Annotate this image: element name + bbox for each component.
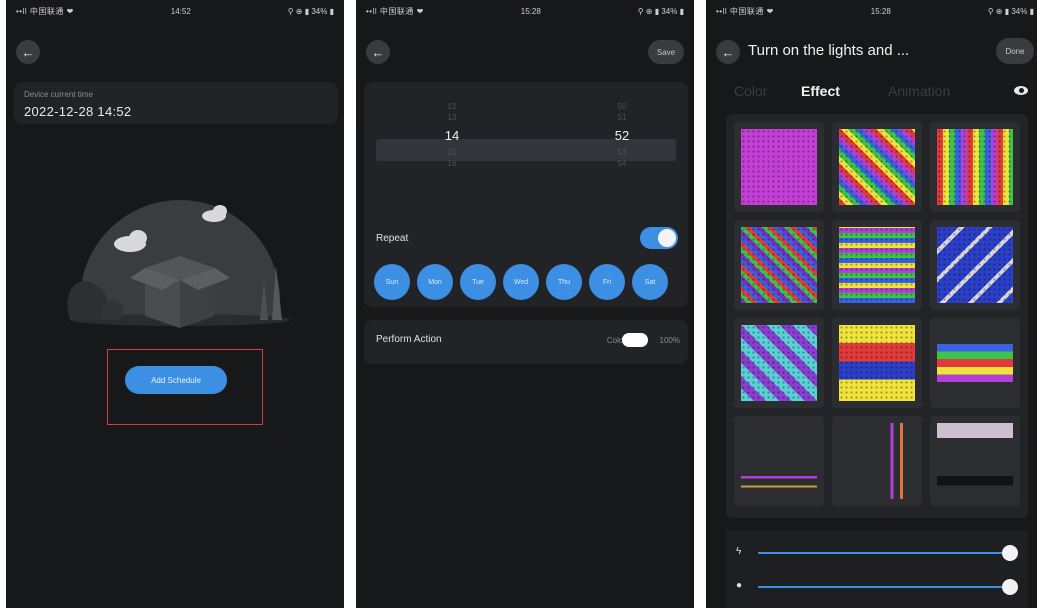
weekday-selector: Sun Mon Tue Wed Thu Fri Sat — [374, 264, 668, 300]
clock-text: 15:28 — [520, 6, 541, 16]
minute-option: 50 — [617, 102, 627, 111]
effect-tile-diagonal-multi[interactable] — [734, 220, 824, 310]
effect-tile-diagonal-rainbow[interactable] — [832, 122, 922, 212]
back-arrow-icon: ← — [21, 44, 35, 60]
minute-wheel[interactable]: 50 51 52 53 54 — [592, 102, 652, 170]
brightness-knob[interactable] — [1002, 545, 1018, 561]
effect-grid — [726, 114, 1028, 518]
hour-option: 13 — [447, 113, 457, 122]
tab-animation[interactable]: Animation — [888, 83, 950, 99]
empty-state-illustration — [67, 200, 290, 328]
effect-tile-bottom-lines[interactable] — [734, 416, 824, 506]
back-arrow-icon: ← — [371, 44, 385, 60]
speed-slider[interactable]: ● — [736, 579, 1018, 595]
screen-schedule-empty: ••ll 中国联通 ❤ 14:52 ⚲ ⊕ ▮ 34% ▮ ← Device c… — [6, 0, 344, 608]
back-button[interactable]: ← — [16, 40, 40, 64]
battery-text: ⚲ ⊕ ▮ 34% ▮ — [987, 6, 1034, 16]
brightness-track — [758, 552, 1010, 554]
tab-effect[interactable]: Effect — [801, 83, 840, 99]
minute-option: 54 — [617, 159, 627, 168]
day-button-tue[interactable]: Tue — [460, 264, 496, 300]
status-bar: ••ll 中国联通 ❤ 15:28 ⚲ ⊕ ▮ 34% ▮ — [356, 0, 694, 22]
slider-panel: ϟ ● — [726, 530, 1028, 608]
back-button[interactable]: ← — [716, 40, 740, 64]
eye-icon[interactable] — [1014, 86, 1028, 95]
day-button-wed[interactable]: Wed — [503, 264, 539, 300]
effect-tile-vertical-lines[interactable] — [832, 416, 922, 506]
screen-effect-picker: ••ll 中国联通 ❤ 15:28 ⚲ ⊕ ▮ 34% ▮ ← Turn on … — [706, 0, 1037, 608]
back-button[interactable]: ← — [366, 40, 390, 64]
day-button-sat[interactable]: Sat — [632, 264, 668, 300]
battery-text: ⚲ ⊕ ▮ 34% ▮ — [287, 6, 334, 16]
sun-icon: ● — [736, 580, 743, 591]
page-title: Turn on the lights and ... — [748, 42, 910, 59]
status-bar: ••ll 中国联通 ❤ 15:28 ⚲ ⊕ ▮ 34% ▮ — [706, 0, 1037, 22]
repeat-label: Repeat — [376, 233, 409, 244]
repeat-toggle[interactable] — [640, 227, 678, 249]
screen-schedule-edit: ••ll 中国联通 ❤ 15:28 ⚲ ⊕ ▮ 34% ▮ ← Save 12 … — [356, 0, 694, 608]
tab-color[interactable]: Color — [734, 83, 767, 99]
effect-tile-solid-magenta[interactable] — [734, 122, 824, 212]
hour-option: 16 — [447, 159, 457, 168]
clock-text: 15:28 — [870, 6, 891, 16]
hour-selected: 14 — [444, 128, 460, 143]
perform-action-label: Perform Action — [376, 334, 442, 345]
effect-tile-cyan-purple-diagonal[interactable] — [734, 318, 824, 408]
device-time-label: Device current time — [24, 90, 93, 99]
lightning-icon: ϟ — [736, 546, 742, 557]
hour-option: 15 — [447, 148, 457, 157]
done-button[interactable]: Done — [996, 38, 1034, 64]
status-bar: ••ll 中国联通 ❤ 14:52 ⚲ ⊕ ▮ 34% ▮ — [6, 0, 344, 22]
carrier-text: ••ll 中国联通 ❤ — [366, 6, 424, 16]
back-arrow-icon: ← — [721, 44, 735, 60]
hour-option: 12 — [447, 102, 457, 111]
carrier-text: ••ll 中国联通 ❤ — [716, 6, 774, 16]
perform-action-row[interactable]: Perform Action Color 100% — [364, 320, 688, 364]
time-picker-card: 12 13 14 15 16 50 51 52 53 54 Repeat Sun… — [364, 82, 688, 307]
clock-text: 14:52 — [170, 6, 191, 16]
carrier-text: ••ll 中国联通 ❤ — [16, 6, 74, 16]
day-button-sun[interactable]: Sun — [374, 264, 410, 300]
device-time-value: 2022-12-28 14:52 — [24, 104, 132, 119]
action-percent: 100% — [659, 336, 680, 345]
day-button-mon[interactable]: Mon — [417, 264, 453, 300]
device-time-card: Device current time 2022-12-28 14:52 — [14, 82, 338, 124]
speed-knob[interactable] — [1002, 579, 1018, 595]
effect-tile-vertical-rainbow[interactable] — [930, 122, 1020, 212]
speed-track — [758, 586, 1010, 588]
minute-selected: 52 — [614, 128, 630, 143]
effect-tile-horizontal-stripes[interactable] — [832, 220, 922, 310]
save-button[interactable]: Save — [648, 40, 684, 64]
hour-wheel[interactable]: 12 13 14 15 16 — [422, 102, 482, 170]
effect-tile-grey-bar[interactable] — [930, 416, 1020, 506]
highlight-box — [107, 349, 263, 425]
effect-tile-thin-rainbow-bands[interactable] — [930, 318, 1020, 408]
brightness-slider[interactable]: ϟ — [736, 545, 1018, 561]
day-button-fri[interactable]: Fri — [589, 264, 625, 300]
color-swatch — [622, 333, 648, 347]
battery-text: ⚲ ⊕ ▮ 34% ▮ — [637, 6, 684, 16]
effect-tile-yellow-red-blue-bands[interactable] — [832, 318, 922, 408]
minute-option: 51 — [617, 113, 627, 122]
minute-option: 53 — [617, 148, 627, 157]
day-button-thu[interactable]: Thu — [546, 264, 582, 300]
effect-tile-blue-white-diagonal[interactable] — [930, 220, 1020, 310]
